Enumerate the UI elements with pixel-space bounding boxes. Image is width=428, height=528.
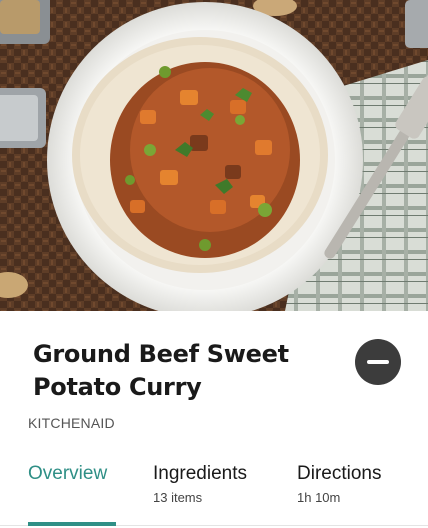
recipe-photo bbox=[0, 0, 428, 311]
tab-ingredients[interactable]: Ingredients 13 items bbox=[153, 462, 247, 505]
recipe-title: Ground Beef Sweet Potato Curry bbox=[33, 338, 333, 404]
recipe-title-line-1: Ground Beef Sweet bbox=[33, 340, 289, 368]
minus-icon bbox=[367, 360, 389, 364]
tab-ingredients-label: Ingredients bbox=[153, 463, 248, 484]
ingredients-count: 13 items bbox=[153, 490, 203, 505]
recipe-title-line-2: Potato Curry bbox=[33, 373, 202, 401]
tab-directions[interactable]: Directions 1h 10m bbox=[297, 462, 381, 505]
directions-duration: 1h 10m bbox=[297, 490, 341, 505]
tab-overview[interactable]: Overview bbox=[28, 462, 107, 486]
recipe-source: KITCHENAID bbox=[28, 415, 115, 431]
active-tab-indicator bbox=[28, 522, 116, 526]
tab-overview-label: Overview bbox=[28, 463, 108, 484]
remove-recipe-button[interactable] bbox=[355, 339, 401, 385]
tab-directions-label: Directions bbox=[297, 463, 382, 484]
